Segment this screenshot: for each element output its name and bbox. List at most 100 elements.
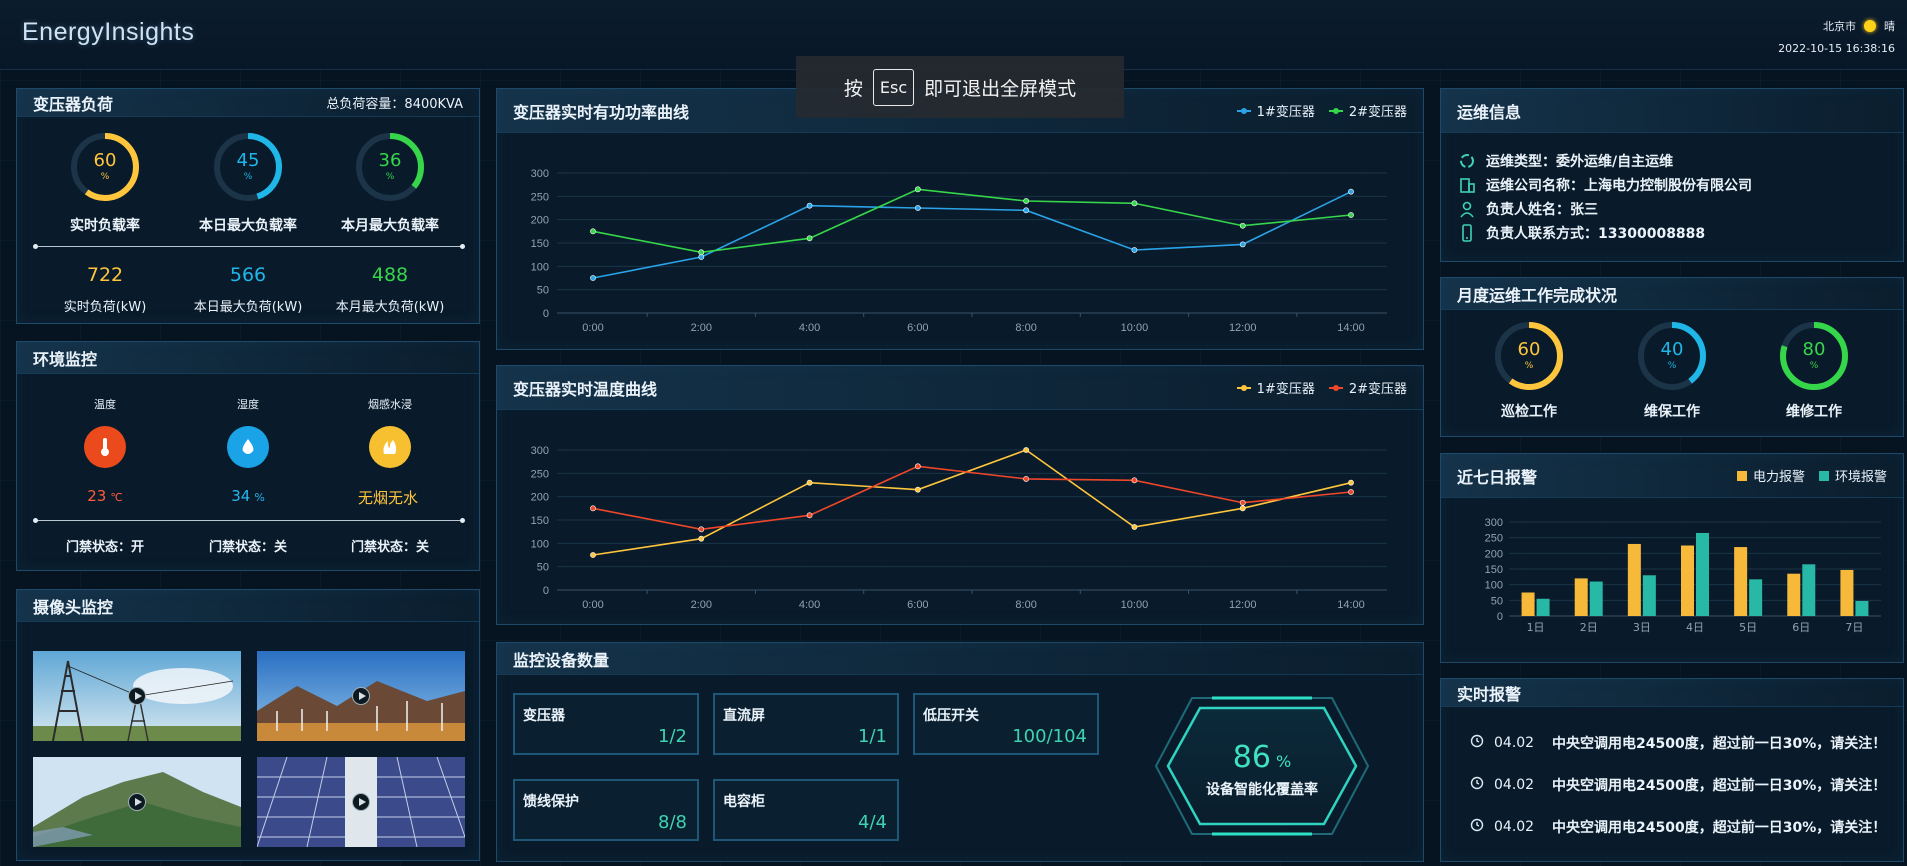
progress-ring: 80% [1777, 319, 1851, 393]
legend-label: 1#变压器 [1256, 382, 1315, 397]
panel-title: 变压器实时有功功率曲线 [513, 102, 690, 122]
data-point [1348, 479, 1354, 486]
data-point [1131, 477, 1138, 484]
panel-header: 运维信息 [1441, 89, 1903, 133]
alarm-date: 04.02 [1494, 735, 1535, 751]
bar [1627, 543, 1641, 616]
alarm-item[interactable]: 04.02 中央空调用电24500度，超过前一日30%，请关注！ [1470, 775, 1886, 795]
person-icon [1458, 200, 1476, 218]
legend-item: 1#变压器 [1236, 101, 1315, 120]
data-point [1131, 247, 1138, 253]
alarm-item[interactable]: 04.02 中央空调用电24500度，超过前一日30%，请关注！ [1470, 817, 1886, 837]
panel-title: 实时报警 [1457, 684, 1522, 704]
legend-item: 1#变压器 [1236, 378, 1315, 397]
env-unit: ℃ [110, 491, 123, 504]
bar [1681, 545, 1694, 616]
bar [1734, 547, 1748, 616]
data-point [806, 235, 813, 242]
env-number: 无烟无水 [357, 489, 418, 507]
bar [1696, 532, 1709, 616]
clock-icon [1470, 818, 1484, 836]
device-capacitor[interactable]: 电容柜 4/4 [713, 779, 899, 841]
camera-feed-1[interactable] [33, 651, 241, 741]
x-tick-label: 14:00 [1337, 599, 1365, 611]
ring-value: 36 [378, 150, 402, 171]
info-phone: 负责人联系方式：13300008888 [1458, 223, 1705, 243]
capacity-note: 总负荷容量：8400KVA [326, 97, 463, 112]
y-tick-label: 300 [1485, 517, 1503, 529]
camera-feed-2[interactable] [257, 651, 465, 741]
fullscreen-toast: 按 Esc 即可退出全屏模式 [796, 56, 1124, 118]
device-count: 100/104 [1012, 726, 1087, 747]
info-text: 负责人姓名：张三 [1486, 202, 1598, 218]
weekly-alarm-bar-chart: 0 50 100 150 200 250 300 1日 2日 3日 4日 5日 6日 7日 [1485, 517, 1881, 634]
y-tick-label: 0 [543, 585, 549, 597]
device-lv-switch[interactable]: 低压开关 100/104 [913, 693, 1099, 755]
device-dc-panel[interactable]: 直流屏 1/1 [713, 693, 899, 755]
progress-ring: 36% [353, 130, 427, 204]
ring-value: 45 [236, 150, 260, 171]
data-point [1239, 241, 1246, 248]
data-point [698, 535, 705, 542]
sun-icon [1864, 20, 1876, 32]
building-icon [1458, 176, 1476, 194]
play-icon[interactable] [128, 687, 146, 705]
play-icon[interactable] [352, 687, 370, 705]
data-point [1348, 212, 1354, 218]
camera-feed-3[interactable] [33, 757, 241, 847]
bar [1536, 598, 1550, 616]
play-icon[interactable] [352, 793, 370, 811]
weekly-alarm-panel: 近七日报警 电力报警 环境报警 0 50 100 150 200 250 300 1日 2日 3日… [1440, 453, 1904, 663]
x-tick-label: 2日 [1580, 621, 1598, 634]
camera-feed-4[interactable] [257, 757, 465, 847]
env-value: 34% [188, 487, 308, 505]
device-name: 电容柜 [723, 794, 765, 810]
data-point [1131, 200, 1138, 207]
y-tick-label: 200 [531, 492, 549, 504]
x-tick-label: 8:00 [1015, 322, 1036, 334]
data-point [806, 512, 813, 519]
data-point [1131, 524, 1138, 530]
transformer-load-panel: 变压器负荷 总负荷容量：8400KVA 60% 实时负载率 45% 本日最大负载率 36… [16, 88, 480, 324]
device-transformer[interactable]: 变压器 1/2 [513, 693, 699, 755]
data-point [1023, 476, 1030, 482]
gauge-label: 本日最大负载率 [199, 218, 297, 234]
weather-label: 晴 [1884, 20, 1895, 33]
y-tick-label: 100 [531, 538, 549, 550]
data-point [1348, 188, 1354, 195]
door-status: 门禁状态：关 [350, 540, 429, 555]
x-tick-label: 3日 [1633, 621, 1651, 634]
legend-label: 环境报警 [1834, 470, 1887, 485]
data-point [698, 249, 705, 256]
x-tick-label: 4:00 [799, 322, 820, 334]
legend-label: 电力报警 [1752, 470, 1805, 485]
panel-header: 月度运维工作完成状况 [1441, 278, 1903, 310]
info-company: 运维公司名称：上海电力控制股份有限公司 [1458, 175, 1752, 195]
legend-item: 2#变压器 [1328, 101, 1407, 120]
y-tick-label: 50 [537, 285, 549, 297]
panel-title: 环境监控 [33, 349, 98, 369]
panel-title: 运维信息 [1457, 102, 1522, 122]
water-drop-icon [227, 426, 269, 468]
device-feeder-protection[interactable]: 馈线保护 8/8 [513, 779, 699, 841]
x-tick-label: 4日 [1686, 621, 1704, 634]
data-point [806, 202, 813, 209]
chart-legend: 1#变压器 2#变压器 [1236, 101, 1407, 120]
esc-key: Esc [872, 68, 915, 106]
divider [33, 518, 465, 523]
data-point [1348, 489, 1354, 495]
y-tick-label: 300 [531, 168, 549, 180]
panel-header: 变压器实时温度曲线 1#变压器 2#变压器 [497, 366, 1423, 410]
legend-line [1328, 107, 1343, 114]
alarm-item[interactable]: 04.02 中央空调用电24500度，超过前一日30%，请关注！ [1470, 733, 1886, 753]
play-icon[interactable] [128, 793, 146, 811]
coverage-hexagon: 86 % 设备智能化覆盖率 [1152, 692, 1372, 840]
phone-icon [1458, 224, 1476, 242]
x-tick-label: 2:00 [691, 322, 712, 334]
progress-ring: 45% [211, 130, 285, 204]
series-line [592, 449, 1352, 556]
x-tick-label: 0:00 [582, 322, 603, 334]
data-point [914, 463, 921, 470]
smoke-water-icon [369, 426, 411, 468]
bar [1787, 573, 1801, 616]
